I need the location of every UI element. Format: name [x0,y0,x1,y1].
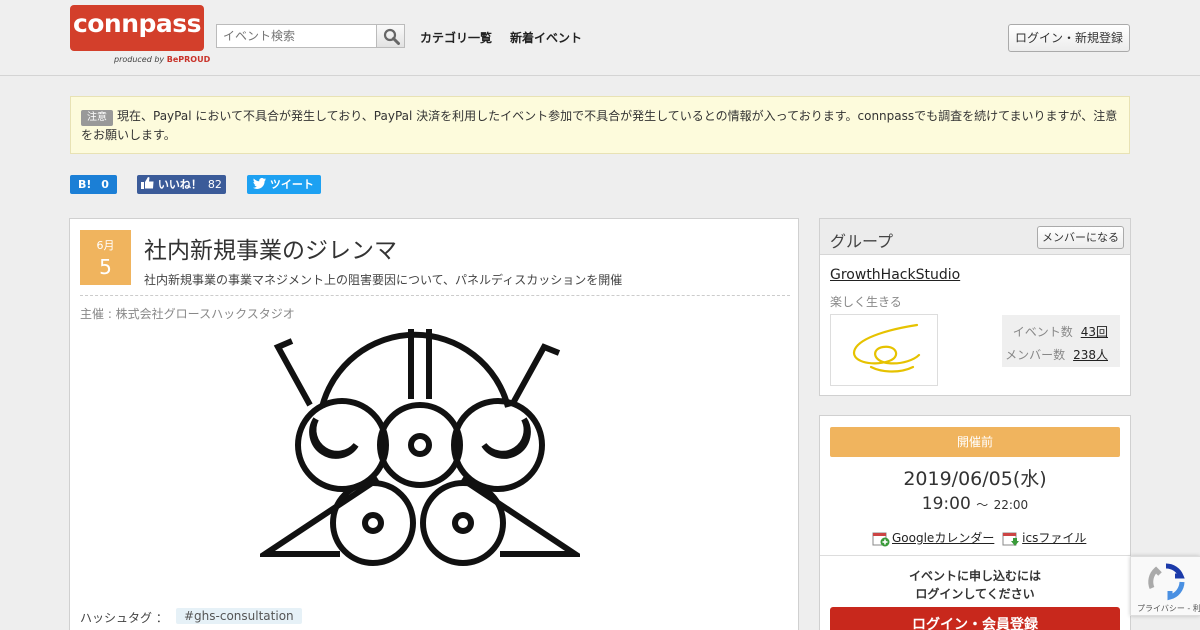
hashtag-label: ハッシュタグ ： [80,611,168,625]
event-cover-image [260,329,580,566]
site-header: connpass produced by BePROUD カテゴリ一覧 新着イベ… [0,0,1200,76]
group-event-count: イベント数 43回 [1012,325,1108,339]
event-date-badge: 6月 5 [80,230,131,285]
event-subtitle: 社内新規事業の事業マネジメント上の阻害要因について、パネルディスカッションを開催 [144,273,623,287]
apply-line-1: イベントに申し込むには [908,569,1041,583]
notice-banner: 注意 現在、PayPal において不具合が発生しており、PayPal 決済を利用し… [70,96,1130,154]
hashtag-link[interactable]: #ghs-consultation [176,608,302,624]
group-logo[interactable] [830,314,938,386]
event-status-badge: 開催前 [830,427,1120,457]
search-icon [383,28,400,45]
facebook-like-count: 82 [207,178,222,191]
logo-produced-by: produced by BePROUD [114,55,211,64]
notice-text: 現在、PayPal において不具合が発生しており、PayPal 決済を利用したイ… [81,109,1118,142]
event-day: 5 [99,255,112,279]
group-member-count: メンバー数 238人 [1005,348,1108,362]
apply-line-2: ログインしてください [915,587,1035,601]
group-panel: グループ メンバーになる GrowthHackStudio 楽しく生きる イベン… [819,218,1131,396]
group-stats: イベント数 43回 メンバー数 238人 [1002,315,1120,367]
calendar-add-icon [872,532,890,546]
recaptcha-icon [1148,563,1185,601]
login-signup-button[interactable]: ログイン・会員登録 [830,607,1120,630]
twitter-bird-icon [253,178,266,189]
hatena-bookmark-button[interactable]: B! 0 [70,175,117,194]
facebook-like-label: いいね！ [157,178,202,191]
ics-file-link[interactable]: icsファイル [1022,531,1086,545]
event-start-time: 19:00 [921,494,971,514]
tweet-label: ツイート [269,178,314,191]
event-month: 6月 [96,239,115,252]
schedule-divider [820,555,1130,556]
connpass-logo[interactable]: connpass produced by BePROUD [70,5,210,69]
group-member-count-link[interactable]: 238人 [1073,348,1108,362]
group-heading: グループ [830,232,894,251]
recaptcha-links[interactable]: プライバシー - 利用規約 [1137,603,1200,614]
group-event-count-link[interactable]: 43回 [1081,325,1108,339]
search-input[interactable] [216,24,378,48]
event-date: 2019/06/05(水) [903,468,1047,490]
time-separator: ～ [976,498,989,512]
calendar-download-icon [1002,532,1020,546]
thumbs-up-icon [141,177,154,189]
event-time: 19:00 ～ 22:00 [820,494,1130,514]
title-divider [80,295,790,296]
calendar-links: Googleカレンダー icsファイル [872,529,1086,547]
group-panel-header: グループ メンバーになる [820,219,1130,255]
apply-instructions: イベントに申し込むには ログインしてください [820,567,1130,603]
nav-categories[interactable]: カテゴリ一覧 [420,29,492,46]
group-logo-image [852,323,921,373]
recaptcha-badge[interactable]: プライバシー - 利用規約 [1130,556,1200,616]
login-register-button[interactable]: ログイン・新規登録 [1008,24,1130,52]
facebook-like-button[interactable]: いいね！ 82 [137,175,226,194]
schedule-panel: 開催前 2019/06/05(水) 19:00 ～ 22:00 Googleカレ… [819,415,1131,630]
nav-new-events[interactable]: 新着イベント [510,29,582,46]
group-name-link[interactable]: GrowthHackStudio [830,267,960,283]
logo-text: connpass [72,9,202,38]
hatena-count: 0 [101,178,109,191]
event-organizer: 主催 : 株式会社グロースハックスタジオ [80,307,295,321]
become-member-button[interactable]: メンバーになる [1037,226,1124,249]
hatena-icon: B! [78,178,92,191]
notice-tag: 注意 [81,110,113,126]
group-tagline: 楽しく生きる [830,295,902,309]
event-card: 6月 5 社内新規事業のジレンマ 社内新規事業の事業マネジメント上の阻害要因につ… [69,218,799,630]
event-title: 社内新規事業のジレンマ [144,238,397,264]
event-end-time: 22:00 [993,498,1029,512]
google-calendar-link[interactable]: Googleカレンダー [892,531,994,545]
search-button[interactable] [376,24,405,48]
tweet-button[interactable]: ツイート [247,175,321,194]
